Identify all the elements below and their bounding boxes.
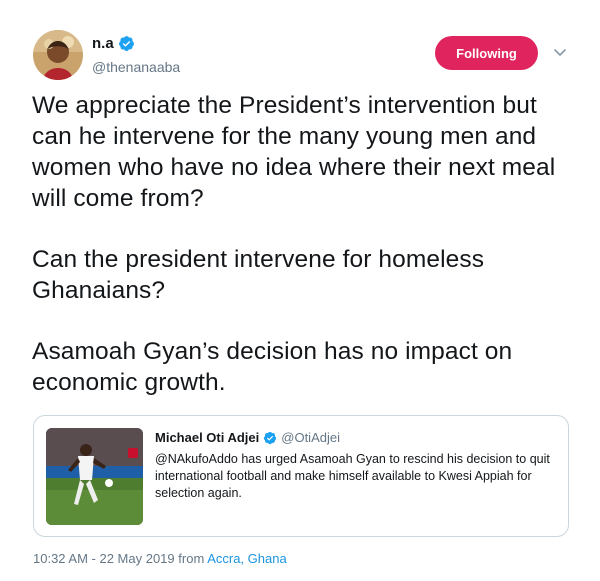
tweet-container: n.a @thenanaaba Following We appreciate … [0, 0, 600, 581]
verified-badge-icon [263, 431, 277, 445]
tweet-timestamp[interactable]: 10:32 AM - 22 May 2019 [33, 551, 175, 566]
quoted-author-row[interactable]: Michael Oti Adjei @OtiAdjei [155, 430, 340, 445]
tweet-paragraph: We appreciate the President’s interventi… [32, 92, 556, 212]
profile-photo-icon [33, 30, 83, 80]
avatar[interactable] [33, 30, 83, 80]
quoted-tweet-card[interactable]: Michael Oti Adjei @OtiAdjei @NAkufoAddo … [33, 415, 569, 537]
tweet-paragraph: Asamoah Gyan’s decision has no impact on… [32, 338, 513, 396]
following-button[interactable]: Following [435, 36, 538, 70]
from-label: from [178, 551, 205, 566]
location-link[interactable]: Accra, Ghana [207, 551, 287, 566]
author-handle[interactable]: @thenanaaba [92, 59, 180, 75]
verified-badge-icon [118, 35, 135, 52]
tweet-meta: 10:32 AM - 22 May 2019 from Accra, Ghana [33, 551, 287, 566]
tweet-text: We appreciate the President’s interventi… [32, 90, 577, 428]
tweet-paragraph: Can the president intervene for homeless… [32, 246, 485, 304]
author-block[interactable]: n.a @thenanaaba [92, 33, 180, 76]
quoted-author-name[interactable]: Michael Oti Adjei [155, 430, 259, 445]
quoted-author-handle[interactable]: @OtiAdjei [281, 430, 340, 445]
quoted-tweet-text: @NAkufoAddo has urged Asamoah Gyan to re… [155, 452, 550, 500]
author-display-name[interactable]: n.a [92, 35, 114, 52]
chevron-down-icon[interactable] [552, 44, 568, 60]
football-player-photo-icon [46, 428, 143, 525]
quoted-tweet-image[interactable] [46, 428, 143, 525]
